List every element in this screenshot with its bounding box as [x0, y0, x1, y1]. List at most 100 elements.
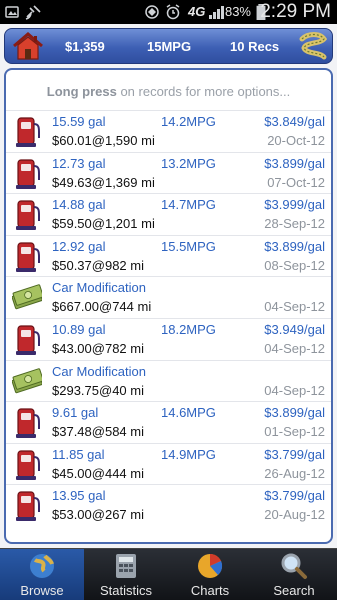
gallons: 9.61 gal	[52, 405, 99, 421]
fuel-pump-icon	[16, 200, 40, 231]
fuel-pump-icon	[16, 491, 40, 522]
globe-icon	[30, 554, 54, 578]
odometer: 444 mi	[104, 465, 144, 481]
record-date: 26-Aug-12	[264, 465, 325, 481]
record-date: 04-Sep-12	[264, 299, 325, 315]
gallons: 14.88 gal	[52, 197, 106, 213]
cost: $60.01	[52, 133, 92, 148]
network-type: 4G	[188, 4, 206, 19]
tab-browse-label: Browse	[20, 583, 64, 598]
mpg: 14.7MPG	[161, 197, 216, 213]
gallons: 15.59 gal	[52, 114, 106, 129]
bottom-nav: Browse Statistics Charts Search	[0, 548, 337, 600]
status-bar: 4G 83% 2:29 PM	[0, 0, 337, 24]
total-cost: $1,359	[65, 39, 105, 54]
cost-odometer: $45.00@444 mi	[52, 465, 144, 481]
cost-odometer: $43.00@782 mi	[52, 341, 144, 356]
signal-icon	[209, 6, 224, 19]
status-time: 2:29 PM	[260, 1, 331, 22]
tab-statistics[interactable]: Statistics	[84, 549, 168, 600]
fuel-record-row[interactable]: 13.95 gal $3.799/gal $53.00@267 mi 20-Aug-1…	[6, 484, 331, 526]
record-date: 08-Sep-12	[264, 257, 325, 273]
record-count: 10 Recs	[230, 39, 280, 54]
fuel-record-row[interactable]: 10.89 gal 18.2MPG $3.949/gal $43.00@782 mi 0…	[6, 318, 331, 360]
cost: $45.00	[52, 465, 92, 481]
price-per-gallon: $3.899/gal	[264, 238, 325, 254]
odometer: 40 mi	[112, 382, 144, 398]
home-icon[interactable]	[11, 31, 45, 61]
alarm-icon	[166, 4, 180, 20]
cost: $293.75	[52, 382, 99, 398]
gallons: 12.73 gal	[52, 155, 106, 171]
cost-odometer: $60.01@1,590 mi	[52, 133, 155, 148]
price-per-gallon: $3.999/gal	[264, 197, 325, 213]
odometer: 782 mi	[104, 341, 144, 356]
fuel-record-row[interactable]: 12.73 gal 13.2MPG $3.899/gal $49.63@1,369 m…	[6, 151, 331, 194]
tab-browse[interactable]: Browse	[0, 549, 84, 600]
gallons: 12.92 gal	[52, 238, 106, 254]
record-date: 07-Oct-12	[267, 174, 325, 190]
fuel-pump-icon	[16, 242, 40, 272]
calculator-icon	[116, 554, 136, 578]
cost-odometer: $59.50@1,201 mi	[52, 216, 155, 232]
fuel-pump-icon	[16, 117, 40, 147]
record-date: 20-Aug-12	[264, 507, 325, 523]
cost: $37.48	[52, 424, 92, 440]
odometer: 1,201 mi	[104, 216, 155, 232]
notification-icon	[5, 6, 19, 18]
fuel-record-row[interactable]: 9.61 gal 14.6MPG $3.899/gal $37.48@584 mi 01…	[6, 401, 331, 443]
fuel-pump-icon	[16, 408, 40, 439]
record-date: 28-Sep-12	[264, 216, 325, 232]
gallons: 13.95 gal	[52, 488, 106, 504]
magnifier-icon	[281, 553, 307, 579]
price-per-gallon: $3.849/gal	[264, 114, 325, 129]
tab-charts[interactable]: Charts	[168, 549, 252, 600]
odometer: 267 mi	[104, 507, 144, 523]
record-date: 01-Sep-12	[264, 424, 325, 440]
long-press-hint: Long press on records for more options..…	[6, 84, 331, 99]
gallons: 11.85 gal	[52, 446, 105, 462]
cost: $49.63	[52, 174, 92, 190]
expense-record-row[interactable]: Car Modification $667.00@744 mi 04-Sep-12	[6, 276, 331, 318]
fuel-pump-icon	[16, 325, 40, 355]
cost-odometer: $37.48@584 mi	[52, 424, 144, 440]
cost: $53.00	[52, 507, 92, 523]
tab-statistics-label: Statistics	[99, 583, 152, 598]
fuel-record-row[interactable]: 12.92 gal 15.5MPG $3.899/gal $50.37@982 mi 0…	[6, 234, 331, 277]
odometer: 1,369 mi	[104, 174, 155, 190]
cash-icon	[12, 367, 42, 393]
tab-search[interactable]: Search	[252, 549, 336, 600]
tab-charts-label: Charts	[190, 583, 230, 598]
location-icon	[145, 5, 159, 19]
mpg: 13.2MPG	[161, 155, 216, 171]
summary-bar: $1,359 15MPG 10 Recs	[4, 28, 333, 64]
satellite-icon	[25, 5, 41, 20]
hint-rest: on records for more options...	[116, 84, 291, 99]
cost: $43.00	[52, 341, 92, 356]
road-menu-icon[interactable]	[298, 31, 328, 61]
cost-odometer: $49.63@1,369 mi	[52, 174, 155, 190]
odometer: 584 mi	[104, 424, 144, 440]
cost-odometer: $667.00@744 mi	[52, 299, 152, 315]
mpg: 15.5MPG	[161, 238, 216, 254]
average-mpg: 15MPG	[147, 39, 192, 54]
expense-label: Car Modification	[52, 280, 146, 296]
price-per-gallon: $3.899/gal	[264, 405, 325, 421]
expense-record-row[interactable]: Car Modification $293.75@40 mi 04-Sep-12	[6, 359, 331, 402]
fuel-record-row[interactable]: 11.85 gal 14.9MPG $3.799/gal $45.00@444 mi 2…	[6, 442, 331, 485]
record-date: 04-Sep-12	[264, 341, 325, 356]
fuel-record-row[interactable]: 14.88 gal 14.7MPG $3.999/gal $59.50@1,201 m…	[6, 193, 331, 235]
price-per-gallon: $3.799/gal	[264, 446, 325, 462]
odometer: 1,590 mi	[104, 133, 155, 148]
cost: $50.37	[52, 257, 92, 273]
fuel-pump-icon	[16, 450, 40, 480]
price-per-gallon: $3.799/gal	[264, 488, 325, 504]
fuel-record-row[interactable]: 15.59 gal 14.2MPG $3.849/gal $60.01@1,590 m…	[6, 110, 331, 152]
pie-chart-icon	[198, 553, 223, 578]
record-date: 04-Sep-12	[264, 382, 325, 398]
tab-search-label: Search	[273, 583, 315, 598]
mpg: 14.6MPG	[161, 405, 216, 421]
price-per-gallon: $3.899/gal	[264, 155, 325, 171]
battery-percent: 83%	[224, 4, 251, 19]
mpg: 14.9MPG	[161, 446, 216, 462]
